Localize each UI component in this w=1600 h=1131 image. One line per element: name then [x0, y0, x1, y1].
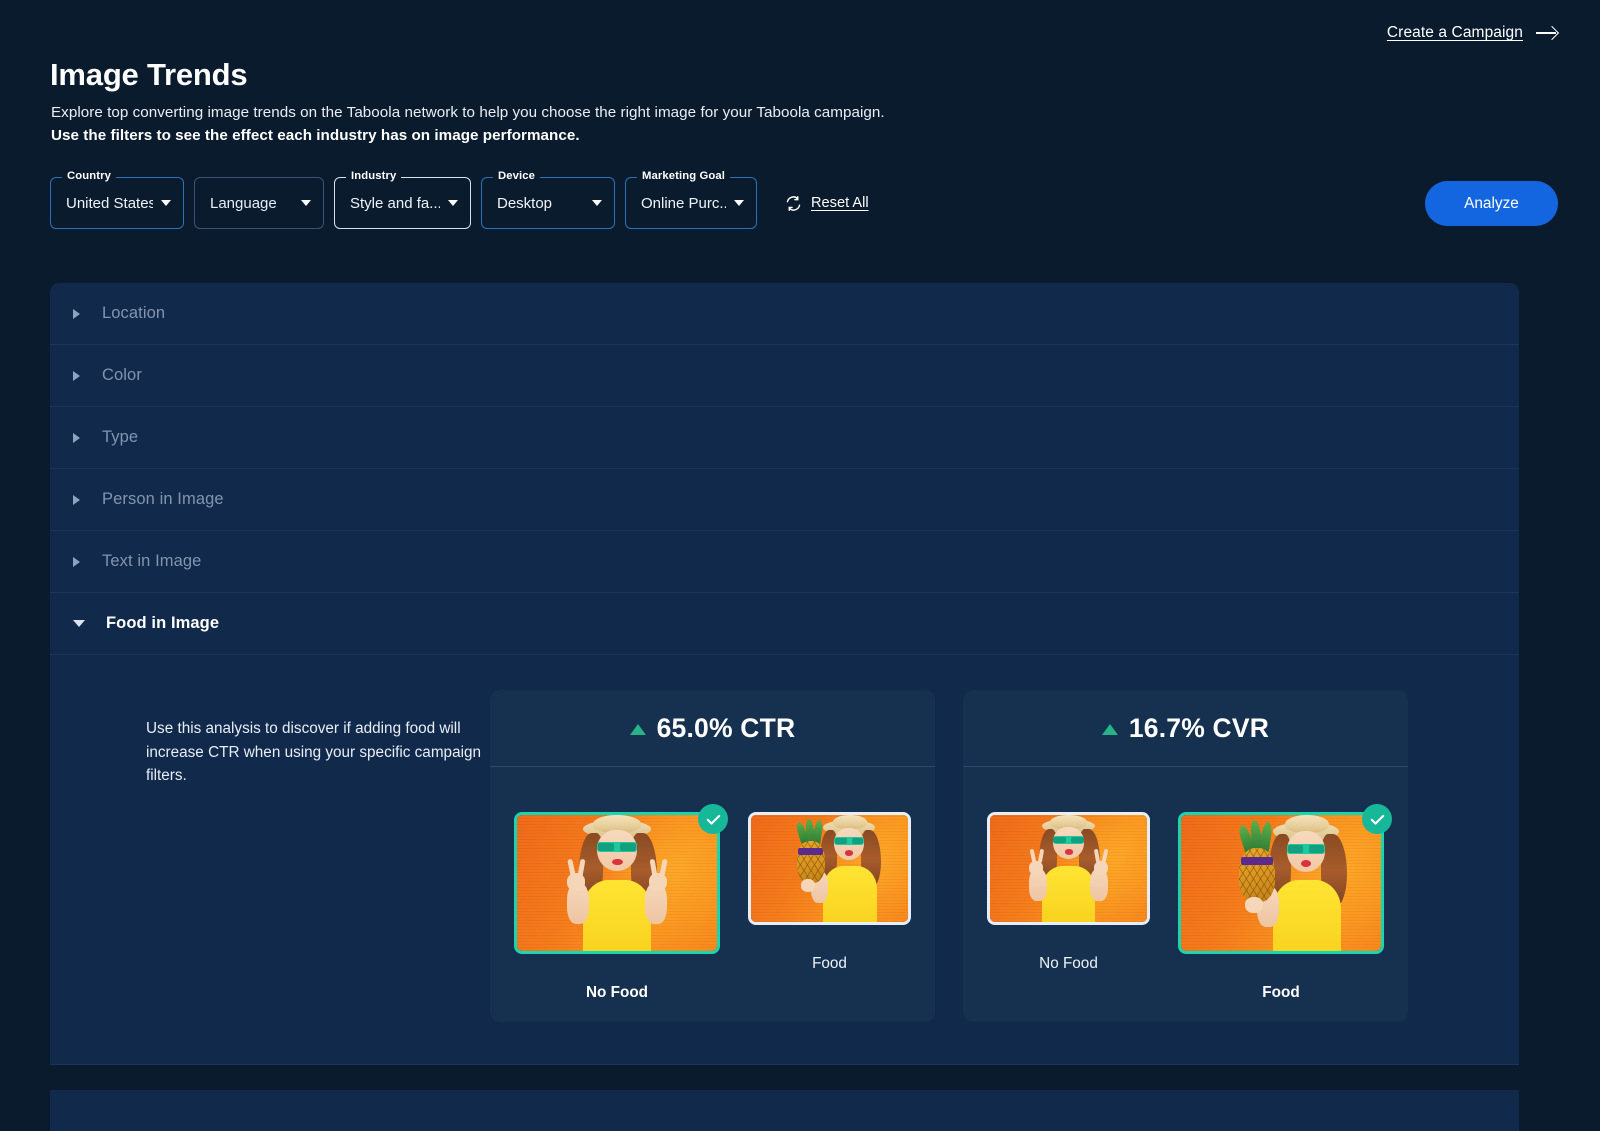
accordion-item-label: Text in Image [102, 552, 202, 570]
cvr-no-food-label: No Food [1039, 955, 1098, 972]
accordion-item-food-in-image[interactable]: Food in Image [50, 593, 1519, 655]
industry-select-value: Style and fa... [350, 194, 440, 212]
language-select-value: Language [210, 194, 277, 212]
chevron-right-icon [73, 432, 80, 443]
arrow-right-icon [1536, 26, 1558, 40]
accordion-item-person-in-image[interactable]: Person in Image [50, 469, 1519, 531]
device-select-label: Device [493, 170, 541, 182]
trend-up-icon [629, 723, 646, 735]
marketing-goal-select-label: Marketing Goal [637, 170, 731, 182]
accordion-item-location[interactable]: Location [50, 283, 1519, 345]
reset-all-button[interactable]: Reset All [785, 195, 869, 212]
cvr-food-thumbnail[interactable] [1178, 804, 1392, 954]
chevron-right-icon [73, 308, 80, 319]
cvr-option-food: Food [1178, 804, 1392, 1002]
chevron-down-icon [592, 200, 602, 206]
cvr-card-body: No Food Food [963, 767, 1408, 1002]
page-subtitle-line-2: Use the filters to see the effect each i… [51, 127, 580, 144]
accordion-item-label: Food in Image [106, 614, 220, 632]
accordion-item-label: Person in Image [102, 490, 224, 508]
accordion-item-type[interactable]: Type [50, 407, 1519, 469]
selected-check-icon [1362, 804, 1392, 834]
ctr-card-body: No Food Food [490, 767, 935, 1002]
ctr-food-thumbnail[interactable] [748, 812, 911, 925]
accordion-item-label: Type [102, 428, 139, 446]
accordion-item-color[interactable]: Color [50, 345, 1519, 407]
ctr-option-no-food: No Food [514, 804, 728, 1002]
device-select-value: Desktop [497, 194, 553, 212]
marketing-goal-select-value: Online Purc... [641, 194, 726, 212]
create-campaign-link[interactable]: Create a Campaign [1387, 24, 1558, 42]
create-campaign-label[interactable]: Create a Campaign [1387, 24, 1523, 42]
accordion-item-label: Location [102, 304, 166, 322]
cvr-food-label: Food [1262, 984, 1300, 1001]
language-select[interactable]: Language [194, 177, 324, 229]
accordion-item-text-in-image[interactable]: Text in Image [50, 531, 1519, 593]
ctr-no-food-thumbnail[interactable] [514, 804, 728, 954]
refresh-icon [785, 195, 802, 212]
chevron-down-icon [73, 620, 85, 627]
accordion-item-label: Color [102, 366, 142, 384]
ctr-option-food: Food [748, 812, 911, 1002]
ctr-metric-card: 65.0% CTR No Food Food [490, 690, 935, 1022]
filter-bar: Country United States Language Industry … [50, 170, 869, 229]
metric-cards: 65.0% CTR No Food Food 16.7% CVR No Food… [490, 685, 1408, 1022]
trend-up-icon [1101, 723, 1118, 735]
ctr-food-label: Food [812, 955, 847, 972]
food-in-image-panel: Use this analysis to discover if adding … [50, 655, 1519, 1065]
chevron-down-icon [448, 200, 458, 206]
cvr-metric-value: 16.7% CVR [1128, 712, 1270, 743]
chevron-right-icon [73, 494, 80, 505]
page-subtitle-line-1: Explore top converting image trends on t… [51, 104, 885, 121]
ctr-card-header: 65.0% CTR [490, 690, 935, 767]
country-select-label: Country [62, 170, 117, 182]
country-select[interactable]: Country United States [50, 170, 184, 229]
page-title: Image Trends [50, 57, 248, 92]
industry-select[interactable]: Industry Style and fa... [334, 170, 471, 229]
ctr-metric-value: 65.0% CTR [656, 712, 796, 743]
chevron-right-icon [73, 370, 80, 381]
cvr-metric-card: 16.7% CVR No Food Food [963, 690, 1408, 1022]
ctr-no-food-label: No Food [585, 984, 649, 1001]
cvr-option-no-food: No Food [987, 812, 1150, 1002]
device-select[interactable]: Device Desktop [481, 170, 615, 229]
chevron-right-icon [73, 556, 80, 567]
reset-all-label[interactable]: Reset All [811, 195, 869, 211]
cvr-card-header: 16.7% CVR [963, 690, 1408, 767]
cvr-no-food-thumbnail[interactable] [987, 812, 1150, 925]
chevron-down-icon [161, 200, 171, 206]
food-in-image-description: Use this analysis to discover if adding … [146, 720, 481, 785]
country-select-value: United States [66, 194, 153, 212]
industry-select-label: Industry [346, 170, 402, 182]
analyze-button[interactable]: Analyze [1425, 181, 1558, 226]
selected-check-icon [698, 804, 728, 834]
chevron-down-icon [734, 200, 744, 206]
marketing-goal-select[interactable]: Marketing Goal Online Purc... [625, 170, 757, 229]
image-trends-accordion: Location Color Type Person in Image Text… [50, 283, 1519, 1065]
next-section-strip [50, 1090, 1519, 1131]
chevron-down-icon [301, 200, 311, 206]
